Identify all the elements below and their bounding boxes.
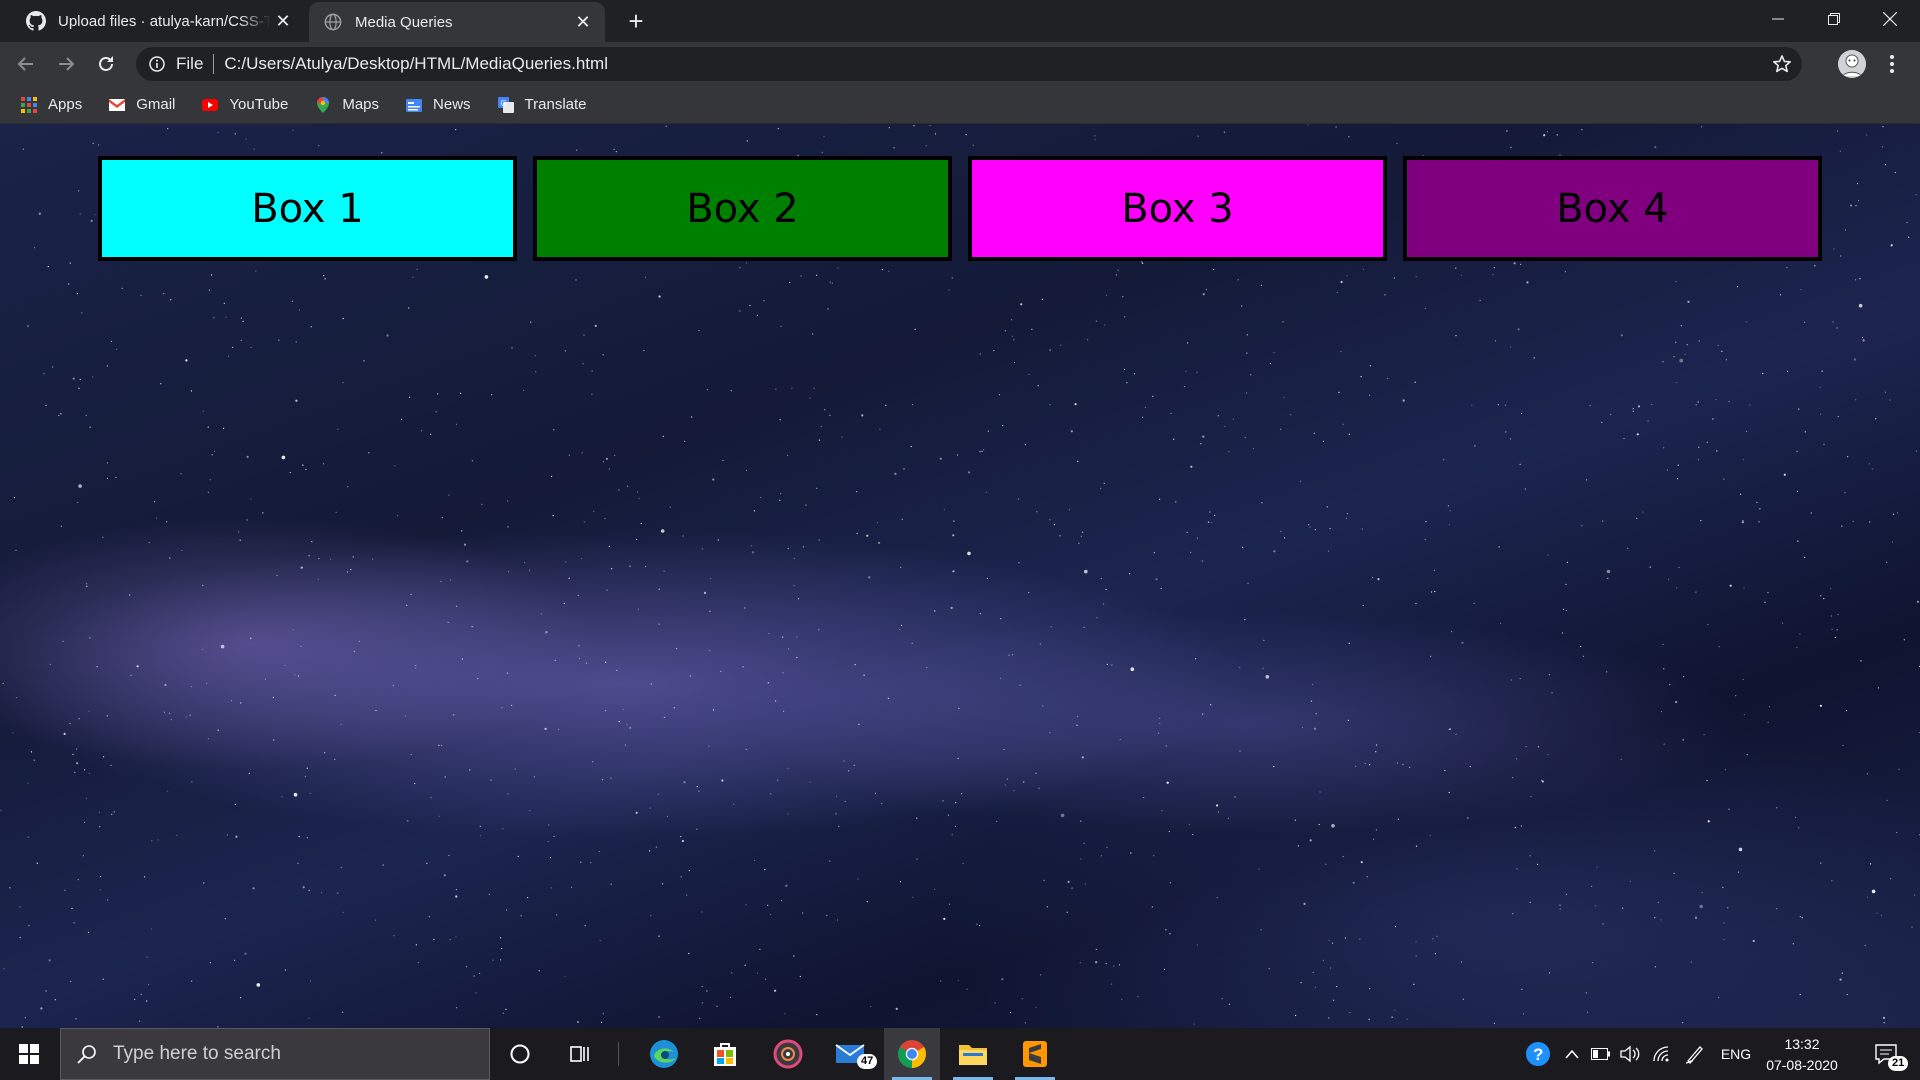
youtube-icon: [202, 98, 219, 111]
page-viewport: Box 1 Box 2 Box 3 Box 4: [0, 124, 1920, 1028]
bookmark-label: YouTube: [229, 96, 289, 113]
music-disc-icon: [773, 1039, 803, 1069]
bookmark-maps[interactable]: Maps: [306, 91, 379, 119]
action-center-button[interactable]: 21: [1862, 1028, 1910, 1080]
volume-status[interactable]: [1616, 1028, 1644, 1080]
box-4: Box 4: [1403, 156, 1822, 261]
bookmark-translate[interactable]: G Translate: [489, 91, 587, 119]
bookmark-star-icon[interactable]: [1772, 54, 1792, 74]
browser-toolbar: File C:/Users/Atulya/Desktop/HTML/MediaQ…: [0, 42, 1920, 86]
url-scheme-label: File: [176, 54, 204, 73]
help-button[interactable]: ?: [1520, 1028, 1556, 1080]
show-hidden-icons-button[interactable]: [1558, 1028, 1586, 1080]
browser-title-bar: Upload files · atulya-karn/CSS-Ta ✕ Medi…: [0, 0, 1920, 42]
notification-count-badge: 21: [1888, 1056, 1909, 1071]
bookmark-youtube[interactable]: YouTube: [193, 91, 288, 119]
help-question-icon: ?: [1526, 1042, 1550, 1066]
bookmark-label: Maps: [342, 96, 380, 113]
bookmark-label: Gmail: [136, 96, 176, 113]
chevron-up-icon: [1565, 1049, 1579, 1059]
mail-button[interactable]: 47: [823, 1028, 879, 1080]
wifi-icon: [1653, 1046, 1669, 1062]
close-tab-icon[interactable]: ✕: [271, 9, 295, 33]
windows-taskbar: Type here to search 47 ? ENG 13:32 07-08…: [0, 1028, 1920, 1080]
sublime-text-button[interactable]: [1007, 1028, 1063, 1080]
svg-text:G: G: [500, 99, 506, 108]
clock-date: 07-08-2020: [1766, 1057, 1838, 1073]
task-view-button[interactable]: [552, 1028, 608, 1080]
bookmark-label: Translate: [524, 96, 587, 113]
close-window-button[interactable]: [1862, 0, 1918, 38]
search-placeholder: Type here to search: [113, 1043, 281, 1064]
battery-status[interactable]: [1588, 1028, 1614, 1080]
battery-icon: [1591, 1048, 1610, 1060]
tab-title: Media Queries: [355, 13, 453, 31]
kebab-menu-icon[interactable]: [1880, 52, 1904, 76]
box-1: Box 1: [98, 156, 517, 261]
minimize-button[interactable]: [1750, 0, 1806, 38]
sublime-text-icon: [1023, 1041, 1047, 1067]
bookmarks-bar: Apps Gmail YouTube Maps News G Translate: [0, 86, 1920, 124]
microsoft-store-button[interactable]: [697, 1028, 753, 1080]
svg-text:?: ?: [1533, 1045, 1543, 1064]
store-bag-icon: [714, 1043, 736, 1066]
box-2: Box 2: [533, 156, 952, 261]
taskbar-divider: [618, 1042, 619, 1066]
cortana-button[interactable]: [492, 1028, 548, 1080]
start-button[interactable]: [0, 1028, 58, 1080]
search-icon: [77, 1045, 96, 1064]
taskbar-clock[interactable]: 13:32 07-08-2020: [1762, 1034, 1842, 1076]
new-tab-button[interactable]: +: [622, 8, 650, 36]
tab-media-queries[interactable]: Media Queries ✕: [309, 2, 605, 42]
globe-icon: [323, 12, 343, 32]
taskbar-search-box[interactable]: Type here to search: [60, 1028, 490, 1080]
box-3: Box 3: [968, 156, 1387, 261]
info-icon[interactable]: [148, 55, 166, 73]
pen-workspace-button[interactable]: [1680, 1028, 1710, 1080]
bookmark-apps[interactable]: Apps: [12, 91, 82, 119]
windows-logo-icon: [19, 1044, 39, 1064]
reload-button[interactable]: [90, 48, 122, 80]
close-tab-icon[interactable]: ✕: [571, 10, 595, 34]
input-language[interactable]: ENG: [1714, 1028, 1758, 1080]
forward-button[interactable]: [50, 48, 82, 80]
box-row: Box 1 Box 2 Box 3 Box 4: [98, 156, 1822, 261]
task-view-icon: [570, 1046, 589, 1062]
edge-button[interactable]: [636, 1028, 692, 1080]
cortana-circle-icon: [510, 1044, 530, 1064]
edge-icon: [650, 1040, 678, 1068]
folder-icon: [959, 1045, 987, 1065]
restore-button[interactable]: [1806, 0, 1862, 38]
file-explorer-button[interactable]: [945, 1028, 1001, 1080]
bookmark-news[interactable]: News: [397, 91, 471, 119]
clock-time: 13:32: [1784, 1036, 1820, 1052]
gmail-icon: [109, 98, 126, 111]
tab-title: Upload files · atulya-karn/CSS-Ta: [58, 12, 271, 30]
divider: [213, 54, 215, 74]
maps-pin-icon: [317, 96, 330, 113]
profile-avatar[interactable]: [1838, 50, 1866, 78]
chrome-icon: [898, 1040, 926, 1068]
translate-icon: G: [497, 96, 514, 113]
mail-unread-badge: 47: [857, 1054, 878, 1069]
speaker-icon: [1620, 1045, 1640, 1063]
back-button[interactable]: [10, 48, 42, 80]
apps-grid-icon: [21, 96, 37, 113]
news-icon: [406, 98, 423, 112]
tab-upload-files[interactable]: Upload files · atulya-karn/CSS-Ta ✕: [12, 0, 305, 42]
github-icon: [26, 11, 46, 31]
chrome-button[interactable]: [884, 1028, 940, 1080]
groove-music-button[interactable]: [760, 1028, 816, 1080]
bookmark-label: Apps: [48, 96, 83, 113]
bookmark-gmail[interactable]: Gmail: [100, 91, 175, 119]
pen-icon: [1685, 1046, 1703, 1064]
url-text[interactable]: C:/Users/Atulya/Desktop/HTML/MediaQuerie…: [224, 54, 608, 74]
address-bar[interactable]: File C:/Users/Atulya/Desktop/HTML/MediaQ…: [136, 47, 1802, 81]
bookmark-label: News: [433, 96, 471, 113]
network-status[interactable]: [1648, 1028, 1676, 1080]
